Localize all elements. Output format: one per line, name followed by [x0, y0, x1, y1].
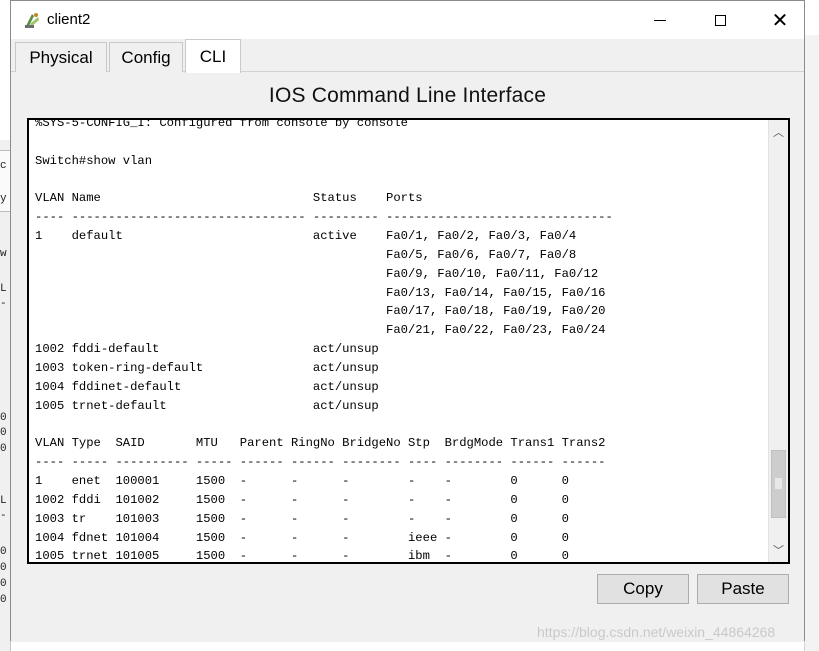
scroll-thumb[interactable] [771, 450, 786, 518]
title-bar[interactable]: client2 ✕ [11, 1, 804, 39]
close-icon: ✕ [771, 8, 789, 32]
chevron-up-icon: ︿ [773, 127, 784, 139]
cli-output[interactable]: %SYS-5-CONFIG_I: Configured from console… [35, 120, 770, 562]
background-text: 0 [0, 443, 7, 455]
background-text: w [0, 248, 7, 260]
background-text: 0 [0, 546, 7, 558]
background-text: 0 [0, 412, 7, 424]
background-text: y [0, 193, 7, 205]
tab-config[interactable]: Config [109, 42, 183, 72]
background-text: L [0, 495, 7, 507]
scroll-grip-icon [775, 478, 782, 489]
scroll-down-button[interactable]: ﹀ [769, 540, 788, 560]
background-text: L [0, 283, 7, 295]
minimize-icon [654, 19, 666, 21]
vertical-scrollbar[interactable]: ︿ ﹀ [768, 120, 788, 562]
client2-window: client2 ✕ Physical Config CLI IOS Comman… [10, 0, 805, 642]
background-window-right [804, 35, 819, 651]
packet-tracer-device-icon [23, 11, 41, 29]
background-text: - [0, 298, 7, 310]
paste-button[interactable]: Paste [697, 574, 789, 604]
watermark: https://blog.csdn.net/weixin_44864268 [537, 624, 776, 640]
tab-cli[interactable]: CLI [185, 39, 241, 73]
tab-bar: Physical Config CLI [11, 39, 804, 73]
tab-physical[interactable]: Physical [15, 42, 107, 72]
close-button[interactable]: ✕ [757, 1, 803, 39]
background-text: 0 [0, 427, 7, 439]
background-text: - [0, 510, 7, 522]
chevron-down-icon: ﹀ [773, 545, 784, 557]
maximize-icon [714, 14, 726, 26]
maximize-button[interactable] [697, 1, 743, 39]
background-text: 0 [0, 594, 7, 606]
minimize-button[interactable] [637, 1, 683, 39]
copy-button[interactable]: Copy [597, 574, 689, 604]
cli-title: IOS Command Line Interface [268, 84, 547, 107]
scroll-up-button[interactable]: ︿ [769, 122, 788, 142]
cli-terminal[interactable]: %SYS-5-CONFIG_I: Configured from console… [27, 118, 790, 564]
window-title: client2 [47, 11, 91, 28]
background-text: 0 [0, 562, 7, 574]
background-text: 0 [0, 578, 7, 590]
cli-panel: IOS Command Line Interface %SYS-5-CONFIG… [11, 72, 804, 642]
background-text: c [0, 160, 7, 172]
